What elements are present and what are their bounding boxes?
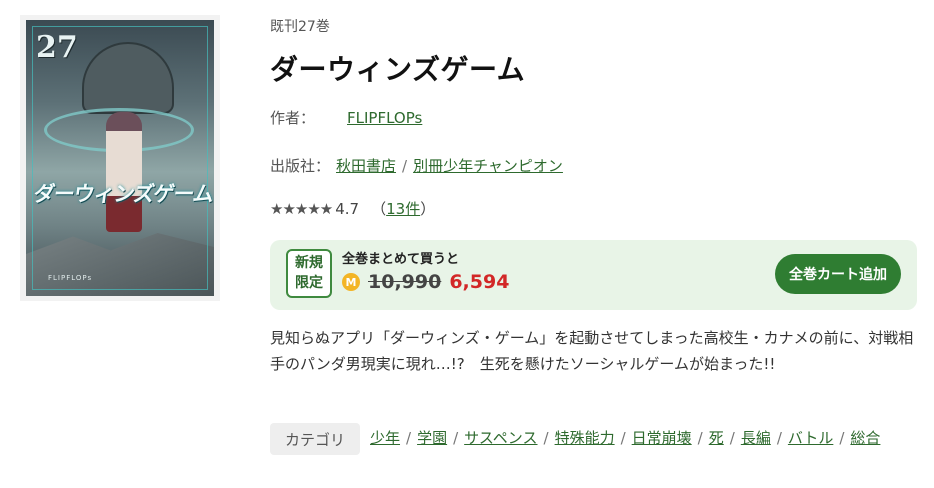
- author-row: 作者： FLIPFLOPs: [270, 107, 422, 128]
- category-link[interactable]: サスペンス: [464, 429, 537, 447]
- cover-frame: [32, 26, 208, 290]
- separator: /: [402, 157, 408, 175]
- category-link[interactable]: 死: [709, 429, 724, 447]
- separator: /: [406, 429, 412, 447]
- separator: /: [697, 429, 703, 447]
- badge-line-1: 新規: [295, 255, 323, 271]
- categories-label: カテゴリ: [270, 423, 360, 455]
- page-title: ダーウィンズゲーム: [270, 53, 526, 86]
- separator: /: [453, 429, 459, 447]
- cover-volume-number: 27: [36, 30, 78, 65]
- separator: /: [543, 429, 549, 447]
- cover-artwork: 27 ダーウィンズゲーム FLIPFLOPs: [26, 20, 214, 296]
- add-all-to-cart-button[interactable]: 全巻カート追加: [775, 254, 901, 294]
- coin-icon: M: [342, 273, 360, 291]
- category-link[interactable]: 特殊能力: [555, 429, 615, 447]
- close-paren: ）: [420, 200, 436, 218]
- volumes-count: 既刊27巻: [270, 19, 330, 35]
- review-count-link[interactable]: 13件: [386, 198, 420, 219]
- category-link[interactable]: 少年: [370, 429, 400, 447]
- badge-line-2: 限定: [295, 275, 323, 291]
- rating-row: ★★★★★ 4.7 （13件）: [270, 198, 435, 219]
- separator: /: [839, 429, 845, 447]
- rating-score: 4.7: [335, 199, 360, 218]
- deal-label: 全巻まとめて買うと: [342, 252, 460, 267]
- cover-title-logo: ダーウィンズゲーム: [32, 182, 214, 206]
- new-limited-badge: 新規 限定: [286, 249, 332, 298]
- category-list: 少年 / 学園 / サスペンス / 特殊能力 / 日常崩壊 / 死 / 長編 / バトル / 総合: [370, 425, 890, 451]
- separator: /: [620, 429, 626, 447]
- book-cover[interactable]: 27 ダーウィンズゲーム FLIPFLOPs: [20, 15, 220, 301]
- publisher-row: 出版社： 秋田書店 / 別冊少年チャンピオン: [270, 155, 563, 176]
- author-key: 作者：: [270, 109, 316, 127]
- sale-price: 6,594: [449, 271, 510, 293]
- publisher-key: 出版社：: [270, 157, 331, 175]
- original-price: 10,990: [368, 271, 442, 293]
- category-link[interactable]: 日常崩壊: [632, 429, 692, 447]
- separator: /: [729, 429, 735, 447]
- category-link[interactable]: 総合: [850, 429, 880, 447]
- price-line: M 10,990 6,594: [342, 271, 509, 293]
- separator: /: [776, 429, 782, 447]
- category-link[interactable]: 長編: [741, 429, 771, 447]
- open-paren: （: [371, 200, 387, 218]
- category-link[interactable]: 学園: [417, 429, 447, 447]
- description: 見知らぬアプリ「ダーウィンズ・ゲーム」を起動させてしまった高校生・カナメの前に、…: [270, 329, 914, 373]
- category-link[interactable]: バトル: [788, 429, 833, 447]
- star-rating-icon: ★★★★★: [270, 199, 333, 218]
- bundle-deal-panel: 新規 限定 全巻まとめて買うと M 10,990 6,594 全巻カート追加: [270, 240, 917, 310]
- author-link[interactable]: FLIPFLOPs: [347, 109, 422, 127]
- magazine-link[interactable]: 別冊少年チャンピオン: [413, 157, 563, 175]
- publisher-link[interactable]: 秋田書店: [336, 157, 396, 175]
- cover-author-text: FLIPFLOPs: [48, 274, 93, 282]
